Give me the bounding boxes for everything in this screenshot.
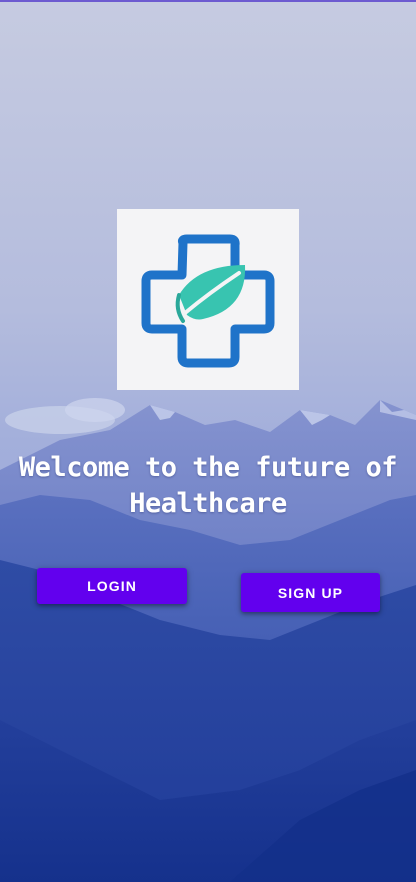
signup-button[interactable]: SIGN UP [241,573,380,612]
app-logo [117,209,299,390]
medical-cross-leaf-icon [141,234,275,368]
welcome-screen: Welcome to the future of Healthcare LOGI… [0,0,416,882]
mountain-background [0,0,416,882]
login-button[interactable]: LOGIN [37,568,187,604]
welcome-title: Welcome to the future of Healthcare [18,452,398,519]
top-accent-line [0,0,416,2]
